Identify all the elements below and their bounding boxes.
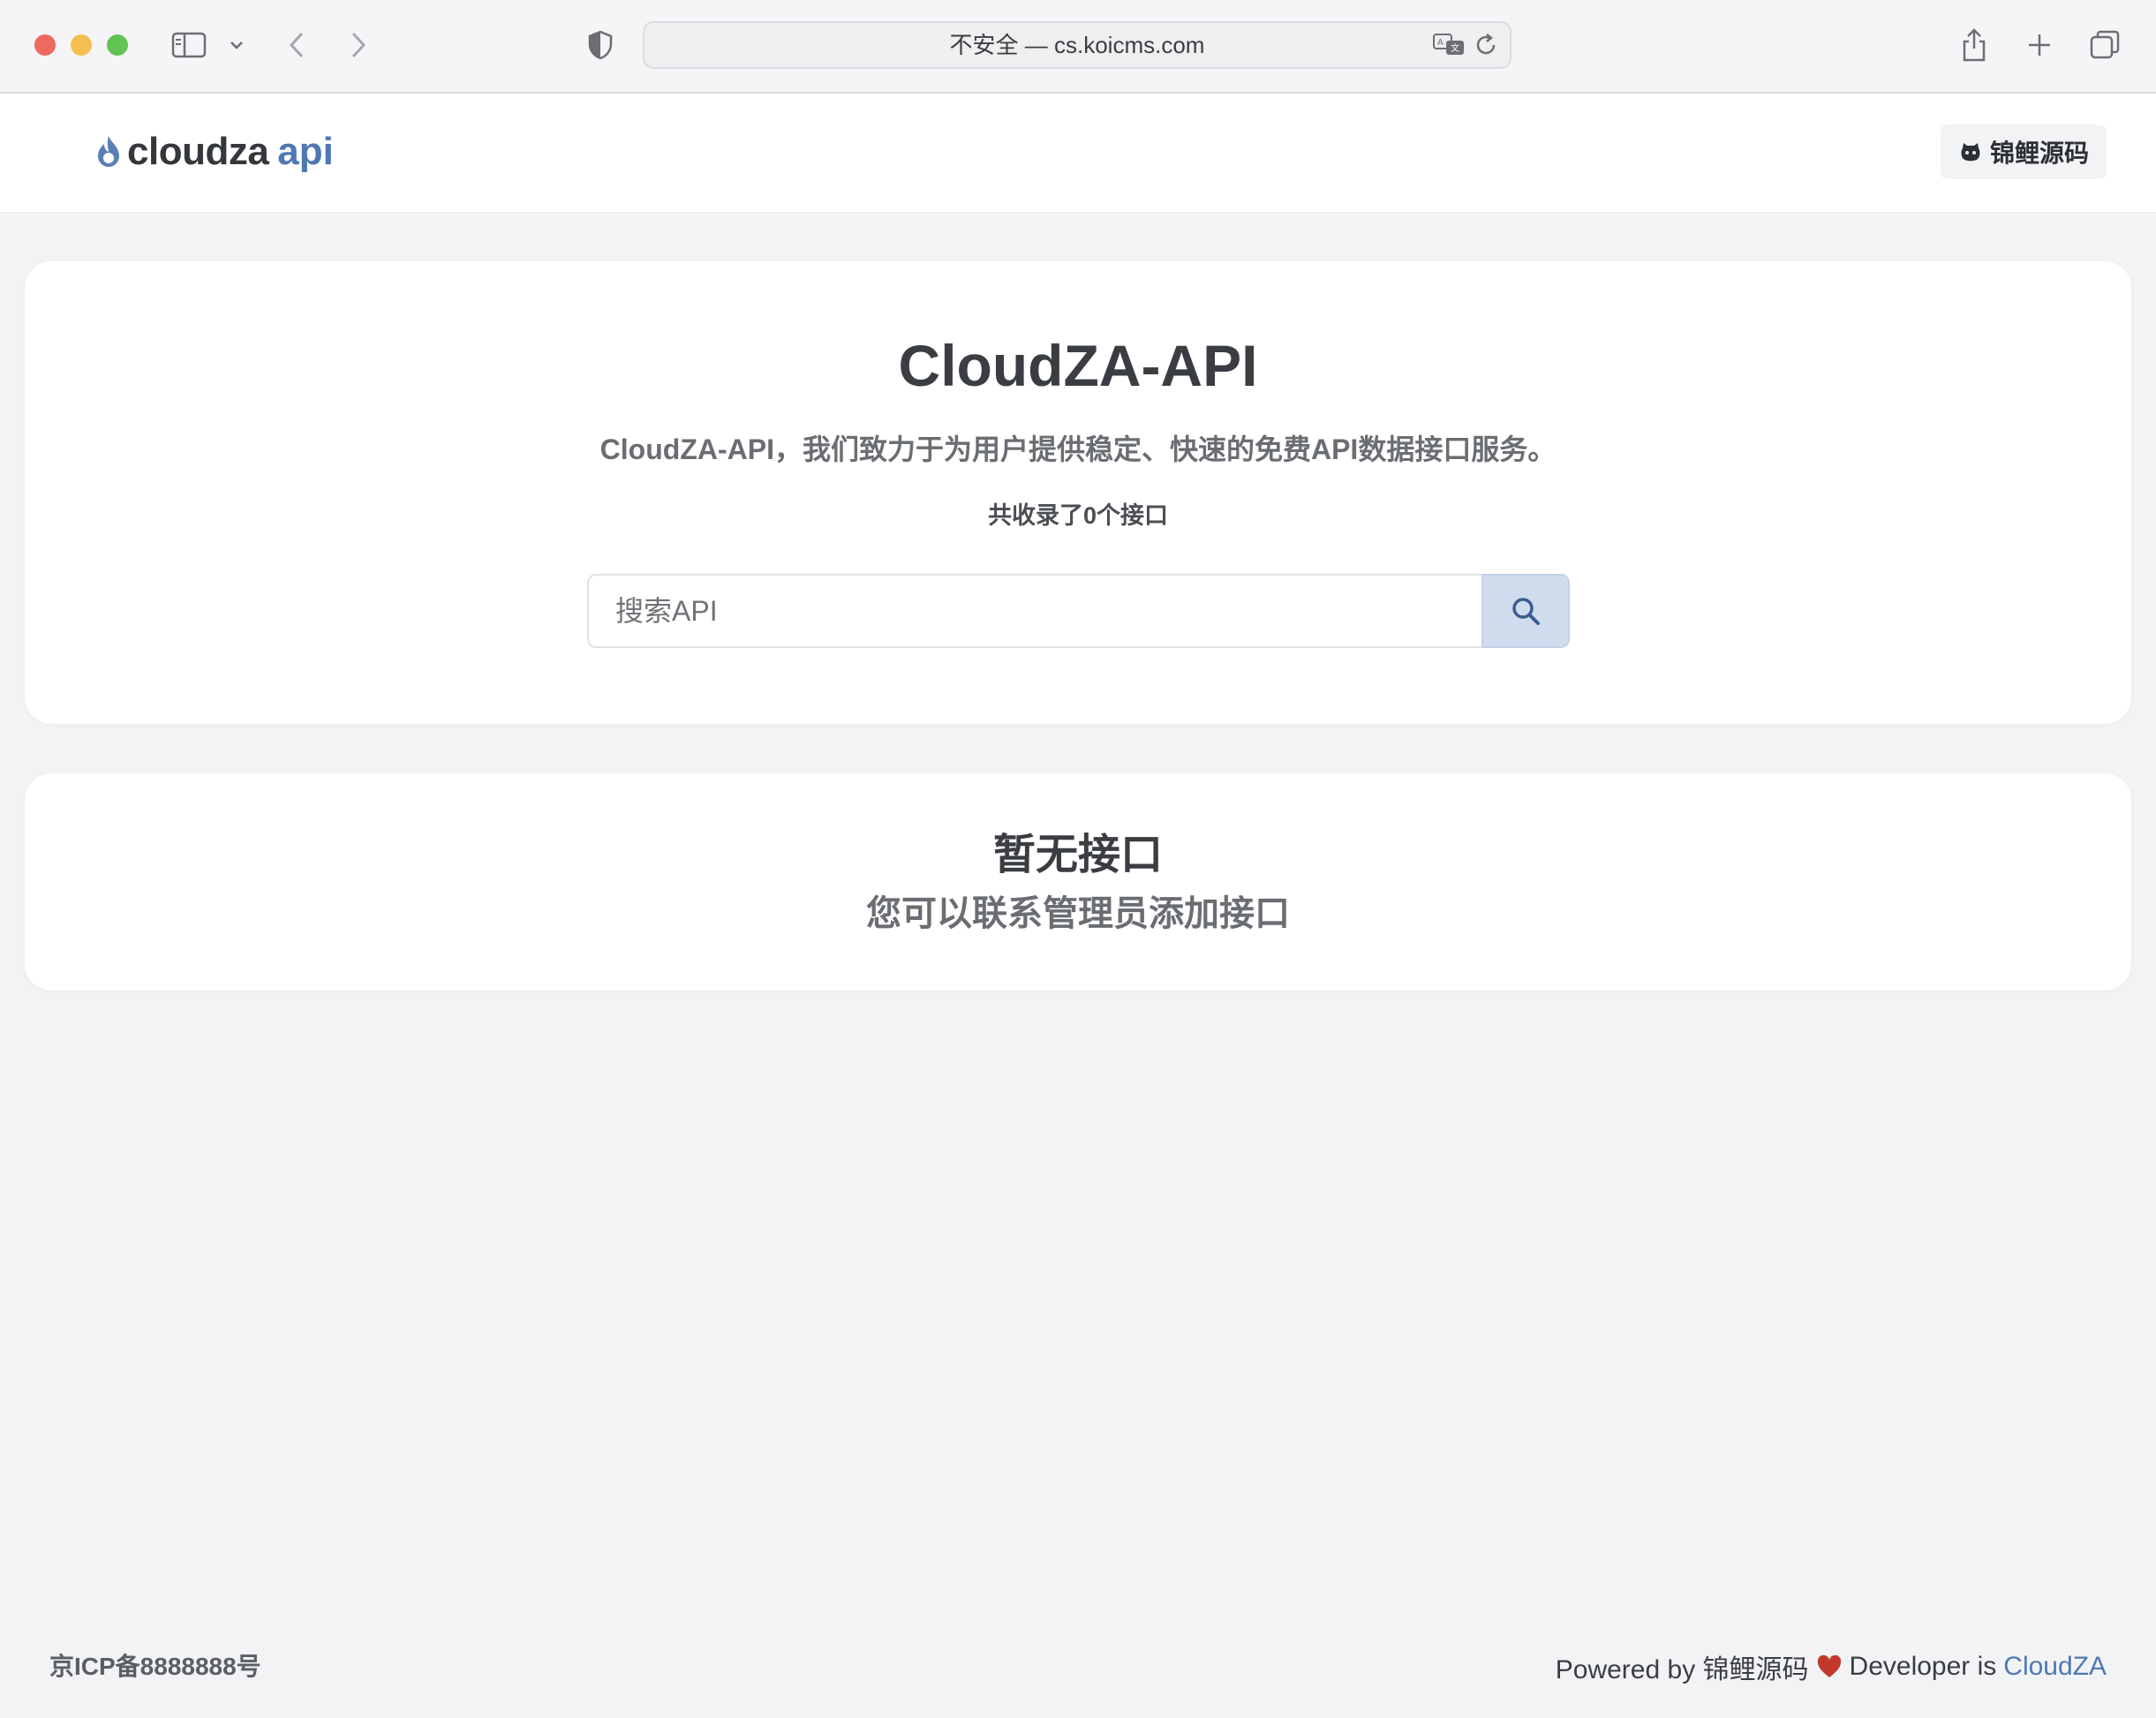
address-bar-url: 不安全 — cs.koicms.com — [949, 32, 1205, 58]
empty-state-card: 暂无接口 您可以联系管理员添加接口 — [25, 773, 2131, 991]
search-icon — [1511, 596, 1541, 626]
translate-icon[interactable]: A文 — [1432, 32, 1467, 58]
site-header: cloudza api 锦鲤源码 — [0, 94, 2156, 213]
site-logo[interactable]: cloudza api — [95, 129, 334, 175]
search-bar — [587, 574, 1570, 648]
share-icon[interactable] — [1955, 26, 1994, 64]
svg-text:文: 文 — [1451, 42, 1459, 54]
address-bar[interactable]: 不安全 — cs.koicms.com A文 — [643, 21, 1511, 69]
flame-icon — [95, 134, 122, 170]
svg-text:A: A — [1437, 38, 1444, 48]
page-description: CloudZA-API，我们致力于为用户提供稳定、快速的免费API数据接口服务。 — [599, 433, 1557, 465]
forward-arrow-icon[interactable] — [343, 26, 374, 64]
source-code-button[interactable]: 锦鲤源码 — [1940, 124, 2107, 179]
minimize-window-button[interactable] — [71, 34, 92, 56]
page-title: CloudZA-API — [898, 333, 1258, 398]
close-window-button[interactable] — [34, 34, 56, 56]
api-count: 共收录了0个接口 — [987, 502, 1169, 529]
developer-link[interactable]: CloudZA — [2003, 1652, 2107, 1682]
source-code-button-label: 锦鲤源码 — [1989, 139, 2089, 167]
icp-license[interactable]: 京ICP备8888888号 — [49, 1647, 261, 1683]
empty-state-subtitle: 您可以联系管理员添加接口 — [866, 894, 1290, 933]
search-input[interactable] — [587, 574, 1481, 648]
hero-card: CloudZA-API CloudZA-API，我们致力于为用户提供稳定、快速的… — [25, 261, 2131, 724]
zoom-window-button[interactable] — [107, 34, 128, 56]
logo-word: cloudza — [127, 130, 269, 173]
sidebar-toggle-icon[interactable] — [170, 26, 208, 64]
browser-toolbar: 不安全 — cs.koicms.com A文 — [0, 0, 2156, 94]
developer-prefix: Developer is — [1849, 1652, 1997, 1681]
github-icon — [1958, 139, 1983, 164]
footer-credits: Powered by 锦鲤源码 Developer is CloudZA — [1556, 1647, 2107, 1686]
reload-icon[interactable] — [1473, 32, 1499, 58]
search-button[interactable] — [1481, 574, 1570, 648]
logo-accent: api — [277, 130, 334, 173]
new-tab-icon[interactable] — [2020, 26, 2059, 64]
back-arrow-icon[interactable] — [281, 26, 313, 64]
powered-by-text: Powered by 锦鲤源码 — [1555, 1655, 1809, 1684]
empty-state-title: 暂无接口 — [992, 832, 1163, 878]
tab-overview-icon[interactable] — [2085, 26, 2124, 64]
privacy-shield-icon[interactable] — [583, 26, 618, 64]
heart-icon — [1816, 1654, 1843, 1679]
chevron-down-icon[interactable] — [224, 26, 249, 64]
